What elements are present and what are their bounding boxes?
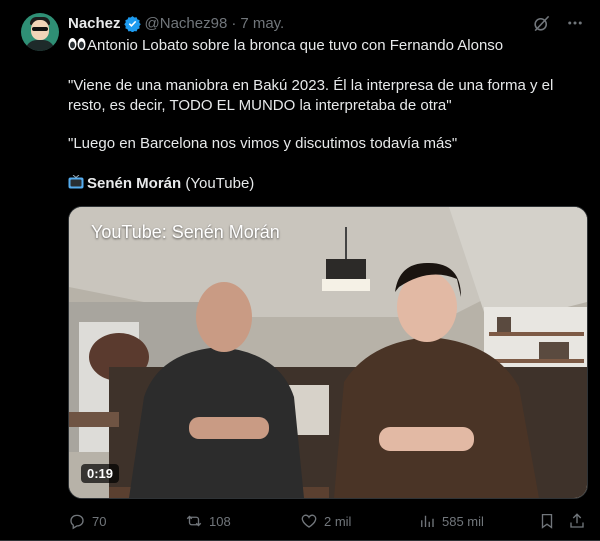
avatar[interactable] (21, 13, 59, 51)
views-icon (421, 515, 434, 527)
more-icon[interactable] (564, 12, 586, 34)
author-name[interactable]: Nachez (68, 15, 121, 32)
tweet-source: Senén Morán (YouTube) (68, 174, 254, 194)
video-frame (69, 207, 587, 498)
like-count: 2 mil (324, 513, 352, 529)
tweet-line-1-text: Antonio Lobato sobre la bronca que tuvo … (87, 37, 504, 54)
action-bar: 70 108 2 mil 585 mil (68, 510, 588, 532)
share-icon (570, 513, 584, 528)
video-duration: 0:19 (81, 464, 120, 483)
tweet-date[interactable]: 7 may. (240, 15, 284, 32)
reply-count: 70 (92, 513, 107, 529)
views-button[interactable]: 585 mil (418, 510, 484, 532)
eyes-emoji-icon (68, 38, 86, 50)
repost-button[interactable]: 108 (185, 510, 231, 532)
top-actions (530, 12, 586, 34)
source-suffix: (YouTube) (181, 175, 255, 192)
separator-dot: · (231, 14, 237, 32)
video-watermark: YouTube: Senén Morán (91, 222, 280, 242)
video-player[interactable]: YouTube: Senén Morán 0:19 (68, 206, 588, 499)
source-name: Senén Morán (87, 175, 182, 192)
tweet-line-1: Antonio Lobato sobre la bronca que tuvo … (68, 36, 503, 56)
tweet-quote-1: "Viene de una maniobra en Bakú 2023. Él … (68, 77, 554, 114)
reply-button[interactable]: 70 (68, 510, 106, 532)
like-icon (301, 514, 317, 528)
bookmark-button[interactable] (538, 510, 556, 532)
verified-badge-icon (123, 15, 141, 32)
repost-count: 108 (209, 513, 231, 529)
author-handle[interactable]: @Nachez98 (145, 15, 228, 32)
tweet-card[interactable]: Nachez @Nachez98 · 7 may. Antonio Lobato… (0, 0, 600, 541)
grok-icon[interactable] (530, 12, 552, 34)
reply-icon (70, 514, 84, 530)
share-button[interactable] (568, 510, 586, 532)
bookmark-icon (541, 513, 553, 529)
views-count: 585 mil (442, 513, 484, 529)
tweet-quote-2: "Luego en Barcelona nos vimos y discutim… (68, 135, 458, 152)
repost-icon (186, 515, 202, 527)
tv-emoji-icon (68, 175, 84, 189)
tweet-header: Nachez @Nachez98 · 7 may. (68, 13, 284, 33)
like-button[interactable]: 2 mil (300, 510, 351, 532)
